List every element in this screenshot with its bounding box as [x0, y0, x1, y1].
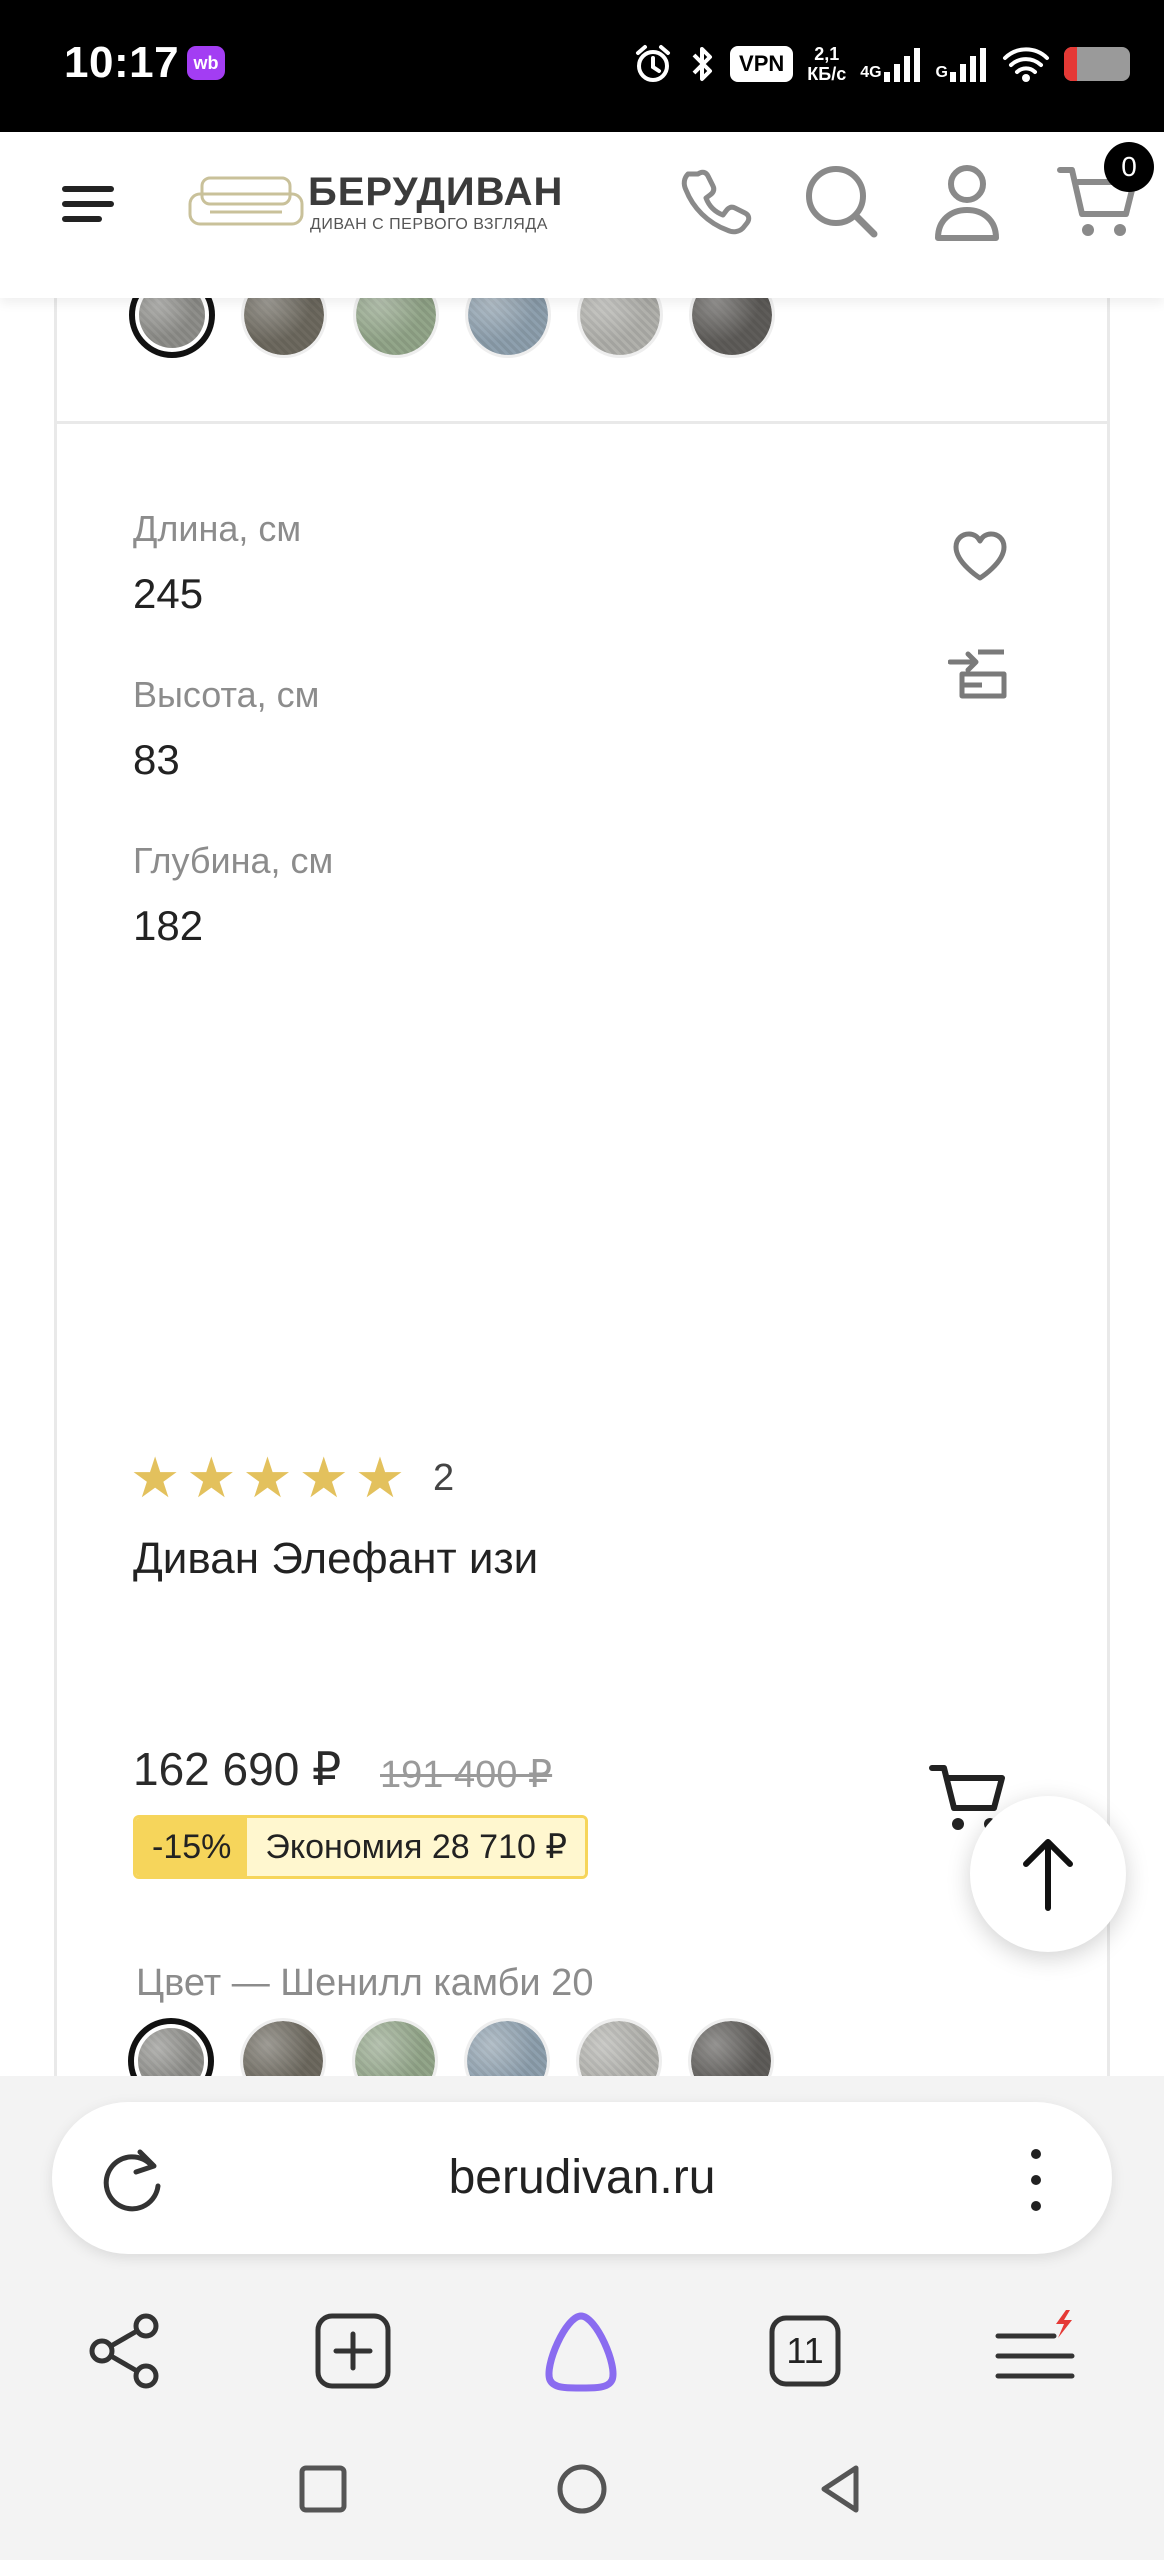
menu-lightning-icon[interactable] — [990, 2306, 1080, 2396]
spec-height-value: 83 — [133, 736, 180, 783]
user-icon[interactable] — [922, 156, 1012, 246]
battery-icon — [1064, 47, 1130, 81]
alice-assistant-icon[interactable] — [536, 2306, 626, 2396]
status-icons: VPN 2,1 КБ/с 4G G — [632, 34, 1130, 94]
site-logo[interactable]: БЕРУДИВАН ДИВАН С ПЕРВОГО ВЗГЛЯДА — [186, 164, 566, 244]
color-label: Цвет — Шенилл камби 20 — [136, 1962, 594, 2004]
sofa-logo-icon — [188, 176, 304, 226]
network-speed: 2,1 КБ/с — [807, 44, 846, 84]
network-type-1: 4G — [860, 64, 882, 81]
star-icon: ★ — [186, 1446, 237, 1509]
signal-icon — [883, 48, 920, 82]
tabs-count: 11 — [786, 2330, 824, 2371]
search-icon[interactable] — [796, 156, 886, 246]
network-type-2: G — [935, 64, 948, 81]
current-price: 162 690 ₽ — [133, 1743, 342, 1795]
previous-product-card — [54, 272, 1110, 424]
review-count: 2 — [433, 1456, 455, 1499]
recent-apps-icon[interactable] — [288, 2454, 358, 2524]
share-icon[interactable] — [80, 2306, 170, 2396]
browser-address-bar-area: berudivan.ru — [0, 2076, 1164, 2286]
old-price: 191 400 ₽ — [380, 1754, 553, 1796]
spec-length-label: Длина, см — [133, 508, 302, 549]
bluetooth-icon — [692, 47, 713, 81]
tabs-button[interactable]: 11 — [760, 2306, 850, 2396]
spec-depth-label: Глубина, см — [133, 840, 334, 881]
spec-height-label: Высота, см — [133, 674, 320, 715]
cart-count-badge: 0 — [1104, 142, 1154, 192]
browser-toolbar: 11 — [0, 2286, 1164, 2416]
discount-badge: -15% Экономия 28 710 ₽ — [133, 1815, 588, 1879]
speed-value: 2,1 — [814, 44, 840, 64]
discount-percent: -15% — [136, 1818, 248, 1876]
star-icon: ★ — [242, 1446, 293, 1509]
phone-icon[interactable] — [670, 156, 760, 246]
product-rating[interactable]: ★ ★ ★ ★ ★ 2 — [130, 1448, 454, 1508]
scroll-to-top-button[interactable] — [970, 1796, 1126, 1952]
arrow-up-icon — [1023, 1839, 1073, 1911]
savings-amount: Экономия 28 710 ₽ — [247, 1818, 585, 1876]
compare-icon[interactable] — [948, 646, 1012, 702]
star-icon: ★ — [354, 1446, 406, 1509]
back-icon[interactable] — [806, 2454, 876, 2524]
home-icon[interactable] — [547, 2454, 617, 2524]
system-navigation-bar — [0, 2416, 1164, 2560]
more-options-icon[interactable] — [998, 2142, 1074, 2218]
alarm-icon — [636, 45, 671, 82]
vpn-badge: VPN — [730, 46, 794, 82]
heart-icon[interactable] — [948, 526, 1012, 586]
spec-length-value: 245 — [133, 570, 204, 617]
spec-depth-value: 182 — [133, 902, 204, 949]
signal-icon-2 — [950, 48, 986, 82]
speed-unit: КБ/с — [807, 64, 847, 84]
star-icon: ★ — [130, 1446, 181, 1509]
address-bar[interactable]: berudivan.ru — [52, 2102, 1112, 2254]
site-header: БЕРУДИВАН ДИВАН С ПЕРВОГО ВЗГЛЯДА — [0, 132, 1164, 298]
logo-subtitle: ДИВАН С ПЕРВОГО ВЗГЛЯДА — [310, 216, 548, 233]
wifi-icon — [1003, 47, 1049, 82]
wildberries-app-icon: wb — [187, 46, 225, 80]
logo-title: БЕРУДИВАН — [308, 170, 564, 214]
menu-icon[interactable] — [62, 182, 118, 226]
product-title[interactable]: Диван Элефант изи — [133, 1534, 538, 1584]
new-tab-icon[interactable] — [308, 2306, 398, 2396]
star-icon: ★ — [298, 1446, 349, 1509]
status-time: 10:17 — [64, 38, 180, 87]
url-text[interactable]: berudivan.ru — [52, 2150, 1112, 2205]
status-bar: 10:17 wb VPN 2,1 КБ/с 4G G — [0, 0, 1164, 132]
